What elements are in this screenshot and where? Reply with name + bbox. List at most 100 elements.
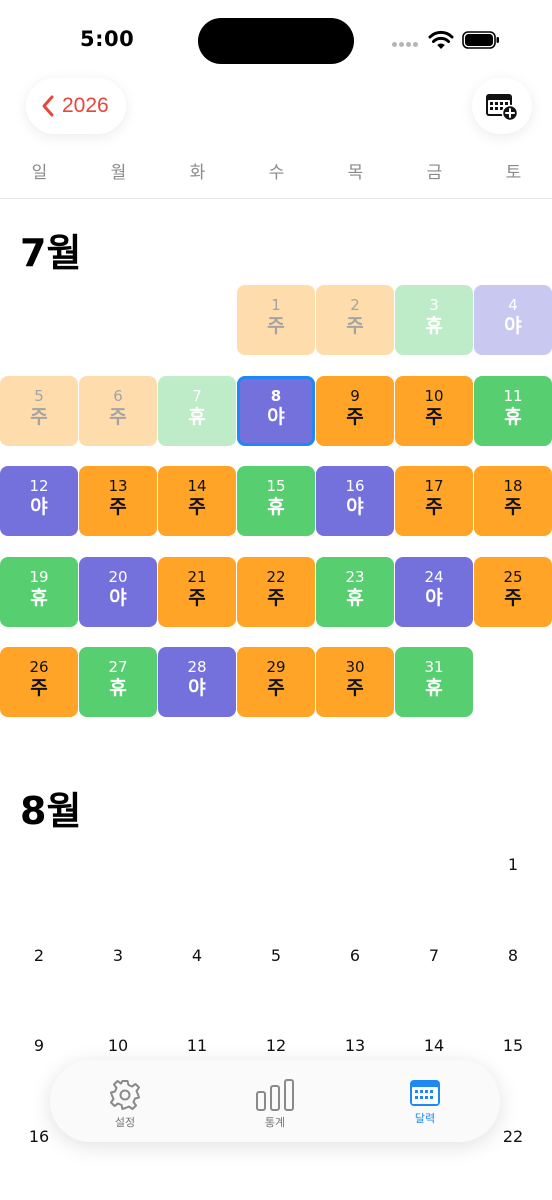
shift-code: 야 bbox=[425, 587, 443, 609]
day-number: 11 bbox=[503, 387, 523, 405]
day-cell-july-20-night-shift[interactable]: 20 야 bbox=[79, 557, 157, 627]
day-cell-july-1-day-shift[interactable]: 1주 bbox=[237, 285, 315, 355]
day-cell-july-27-rest-day[interactable]: 27 휴 bbox=[79, 647, 157, 717]
weekday-fri: 금 bbox=[426, 163, 443, 183]
day-cell-july-16-night-shift[interactable]: 16 야 bbox=[316, 466, 394, 536]
day-number: 31 bbox=[424, 658, 444, 676]
day-cell-july-8-night-shift[interactable]: 8야 bbox=[237, 376, 315, 446]
day-cell-august-7[interactable]: 7 bbox=[395, 946, 473, 965]
shift-code: 야 bbox=[188, 677, 206, 699]
day-number: 26 bbox=[29, 658, 49, 676]
tab-settings[interactable]: 설정 bbox=[50, 1060, 200, 1142]
day-number: 15 bbox=[266, 477, 286, 495]
day-cell-july-3-rest-day[interactable]: 3휴 bbox=[395, 285, 473, 355]
signal-icon bbox=[392, 42, 420, 48]
day-cell-august-12[interactable]: 12 bbox=[237, 1036, 315, 1055]
day-cell-july-13-day-shift[interactable]: 13 주 bbox=[79, 466, 157, 536]
status-time: 5:00 bbox=[80, 27, 135, 51]
back-to-year-button[interactable]: 2026 bbox=[26, 78, 126, 134]
day-cell-july-2-day-shift[interactable]: 2주 bbox=[316, 285, 394, 355]
add-schedule-button[interactable] bbox=[472, 78, 532, 134]
day-cell-july-9-day-shift[interactable]: 9주 bbox=[316, 376, 394, 446]
shift-code: 주 bbox=[504, 496, 522, 518]
battery-icon bbox=[462, 31, 499, 49]
day-cell-august-10[interactable]: 10 bbox=[79, 1036, 157, 1055]
day-cell-july-15-rest-day[interactable]: 15 휴 bbox=[237, 466, 315, 536]
day-cell-august-6[interactable]: 6 bbox=[316, 946, 394, 965]
day-cell-august-13[interactable]: 13 bbox=[316, 1036, 394, 1055]
calendar-add-icon bbox=[486, 94, 519, 121]
day-cell-july-5-day-shift[interactable]: 5주 bbox=[0, 376, 78, 446]
weekday-wed: 수 bbox=[268, 163, 285, 183]
day-cell-august-3[interactable]: 3 bbox=[79, 946, 157, 965]
day-cell-august-14[interactable]: 14 bbox=[395, 1036, 473, 1055]
day-number: 20 bbox=[108, 568, 128, 586]
weekday-tue: 화 bbox=[189, 163, 206, 183]
shift-code: 휴 bbox=[504, 406, 522, 428]
day-cell-august-9[interactable]: 9 bbox=[0, 1036, 78, 1055]
day-cell-august-15[interactable]: 15 bbox=[474, 1036, 552, 1055]
shift-code: 주 bbox=[504, 587, 522, 609]
day-cell-august-2[interactable]: 2 bbox=[0, 946, 78, 965]
day-cell-august-4[interactable]: 4 bbox=[158, 946, 236, 965]
day-cell-july-12-night-shift[interactable]: 12 야 bbox=[0, 466, 78, 536]
shift-code: 야 bbox=[504, 315, 522, 337]
shift-code: 주 bbox=[30, 406, 48, 428]
shift-code: 휴 bbox=[267, 496, 285, 518]
day-number: 3 bbox=[429, 296, 439, 314]
shift-code: 주 bbox=[267, 587, 285, 609]
year-label: 2026 bbox=[62, 94, 109, 117]
day-cell-july-31-rest-day[interactable]: 31 휴 bbox=[395, 647, 473, 717]
month-title-july: 7월 bbox=[20, 231, 82, 275]
day-cell-july-26-day-shift[interactable]: 26 주 bbox=[0, 647, 78, 717]
shift-code: 휴 bbox=[346, 587, 364, 609]
shift-code: 주 bbox=[346, 315, 364, 337]
day-cell-july-21-day-shift[interactable]: 21 주 bbox=[158, 557, 236, 627]
day-number: 30 bbox=[345, 658, 365, 676]
bar-chart-icon bbox=[256, 1079, 294, 1111]
day-cell-august-1[interactable]: 1 bbox=[474, 855, 552, 874]
weekday-mon: 월 bbox=[110, 163, 127, 183]
header-divider bbox=[0, 198, 552, 199]
day-cell-july-22-day-shift[interactable]: 22 주 bbox=[237, 557, 315, 627]
tab-statistics-label: 통계 bbox=[264, 1116, 286, 1129]
day-cell-july-24-night-shift[interactable]: 24 야 bbox=[395, 557, 473, 627]
day-cell-july-6-day-shift[interactable]: 6주 bbox=[79, 376, 157, 446]
day-cell-august-11[interactable]: 11 bbox=[158, 1036, 236, 1055]
shift-code: 휴 bbox=[30, 587, 48, 609]
day-number: 29 bbox=[266, 658, 286, 676]
day-number: 16 bbox=[345, 477, 365, 495]
day-number: 8 bbox=[270, 387, 282, 405]
day-cell-july-19-rest-day[interactable]: 19 휴 bbox=[0, 557, 78, 627]
day-number: 17 bbox=[424, 477, 444, 495]
day-cell-august-5[interactable]: 5 bbox=[237, 946, 315, 965]
tab-bar: 설정 통계 달력 bbox=[50, 1060, 500, 1142]
shift-code: 주 bbox=[188, 587, 206, 609]
day-cell-august-8[interactable]: 8 bbox=[474, 946, 552, 965]
day-cell-july-10-day-shift[interactable]: 10 주 bbox=[395, 376, 473, 446]
shift-code: 휴 bbox=[109, 677, 127, 699]
day-cell-july-14-day-shift[interactable]: 14 주 bbox=[158, 466, 236, 536]
month-title-august: 8월 bbox=[20, 789, 82, 833]
day-cell-july-30-day-shift[interactable]: 30 주 bbox=[316, 647, 394, 717]
day-cell-july-18-day-shift[interactable]: 18 주 bbox=[474, 466, 552, 536]
status-bar: 5:00 bbox=[0, 0, 552, 80]
day-number: 9 bbox=[350, 387, 360, 405]
shift-code: 휴 bbox=[425, 315, 443, 337]
tab-calendar[interactable]: 달력 bbox=[350, 1060, 500, 1142]
day-cell-july-28-night-shift[interactable]: 28 야 bbox=[158, 647, 236, 717]
day-number: 25 bbox=[503, 568, 523, 586]
day-cell-july-4-night-shift[interactable]: 4야 bbox=[474, 285, 552, 355]
day-cell-july-25-day-shift[interactable]: 25 주 bbox=[474, 557, 552, 627]
day-cell-july-17-day-shift[interactable]: 17 주 bbox=[395, 466, 473, 536]
day-cell-july-23-rest-day[interactable]: 23 휴 bbox=[316, 557, 394, 627]
day-cell-july-29-day-shift[interactable]: 29 주 bbox=[237, 647, 315, 717]
tab-statistics[interactable]: 통계 bbox=[200, 1060, 350, 1142]
shift-code: 주 bbox=[267, 677, 285, 699]
day-cell-july-11-rest-day[interactable]: 11 휴 bbox=[474, 376, 552, 446]
shift-code: 주 bbox=[267, 315, 285, 337]
shift-code: 주 bbox=[30, 677, 48, 699]
day-number: 12 bbox=[29, 477, 49, 495]
gear-icon bbox=[110, 1080, 140, 1110]
day-cell-july-7-rest-day[interactable]: 7휴 bbox=[158, 376, 236, 446]
